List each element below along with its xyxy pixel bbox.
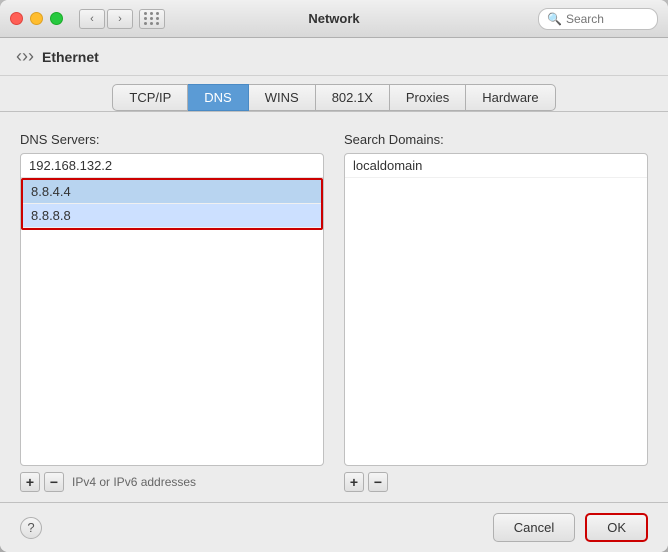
search-domains-label: Search Domains: bbox=[344, 132, 648, 147]
tab-hardware[interactable]: Hardware bbox=[466, 84, 555, 111]
minimize-button[interactable] bbox=[30, 12, 43, 25]
forward-button[interactable]: › bbox=[107, 9, 133, 29]
maximize-button[interactable] bbox=[50, 12, 63, 25]
dns-servers-label: DNS Servers: bbox=[20, 132, 324, 147]
tab-tcpip[interactable]: TCP/IP bbox=[112, 84, 188, 111]
dns-servers-panel: DNS Servers: 192.168.132.2 8.8.4.4 8.8.8… bbox=[20, 132, 324, 492]
tab-wins[interactable]: WINS bbox=[249, 84, 316, 111]
breadcrumb-label: Ethernet bbox=[42, 49, 99, 65]
dns-servers-list[interactable]: 192.168.132.2 8.8.4.4 8.8.8.8 bbox=[20, 153, 324, 466]
breadcrumb-icon: ‹›› bbox=[16, 46, 34, 67]
list-item[interactable]: 8.8.4.4 bbox=[23, 180, 321, 204]
add-domain-button[interactable]: + bbox=[344, 472, 364, 492]
content-area: DNS Servers: 192.168.132.2 8.8.4.4 8.8.8… bbox=[0, 112, 668, 502]
add-dns-button[interactable]: + bbox=[20, 472, 40, 492]
dns-hint: IPv4 or IPv6 addresses bbox=[72, 475, 196, 489]
help-button[interactable]: ? bbox=[20, 517, 42, 539]
remove-domain-button[interactable]: − bbox=[368, 472, 388, 492]
search-domains-list[interactable]: localdomain bbox=[344, 153, 648, 466]
tab-8021x[interactable]: 802.1X bbox=[316, 84, 390, 111]
breadcrumb-bar: ‹›› Ethernet bbox=[0, 38, 668, 76]
ok-button[interactable]: OK bbox=[585, 513, 648, 542]
search-box[interactable]: 🔍 bbox=[538, 8, 658, 30]
remove-dns-button[interactable]: − bbox=[44, 472, 64, 492]
search-domains-panel: Search Domains: localdomain + − bbox=[344, 132, 648, 492]
tab-dns[interactable]: DNS bbox=[188, 84, 248, 111]
search-domains-controls: + − bbox=[344, 472, 648, 492]
close-button[interactable] bbox=[10, 12, 23, 25]
network-window: ‹ › Network 🔍 ‹›› Ethernet TCP/IP DNS WI… bbox=[0, 0, 668, 552]
grid-button[interactable] bbox=[139, 9, 165, 29]
search-input[interactable] bbox=[566, 12, 649, 26]
bottom-bar: ? Cancel OK bbox=[0, 502, 668, 552]
tabs-bar: TCP/IP DNS WINS 802.1X Proxies Hardware bbox=[0, 76, 668, 112]
dns-selected-group: 8.8.4.4 8.8.8.8 bbox=[21, 178, 323, 230]
tab-proxies[interactable]: Proxies bbox=[390, 84, 466, 111]
list-item[interactable]: localdomain bbox=[345, 154, 647, 178]
list-item[interactable]: 192.168.132.2 bbox=[21, 154, 323, 178]
back-button[interactable]: ‹ bbox=[79, 9, 105, 29]
dns-servers-controls: + − IPv4 or IPv6 addresses bbox=[20, 472, 324, 492]
nav-buttons: ‹ › bbox=[79, 9, 133, 29]
window-title: Network bbox=[308, 11, 359, 26]
list-item[interactable]: 8.8.8.8 bbox=[23, 204, 321, 228]
traffic-lights bbox=[10, 12, 63, 25]
cancel-button[interactable]: Cancel bbox=[493, 513, 575, 542]
title-bar: ‹ › Network 🔍 bbox=[0, 0, 668, 38]
action-buttons: Cancel OK bbox=[493, 513, 648, 542]
search-icon: 🔍 bbox=[547, 12, 562, 26]
